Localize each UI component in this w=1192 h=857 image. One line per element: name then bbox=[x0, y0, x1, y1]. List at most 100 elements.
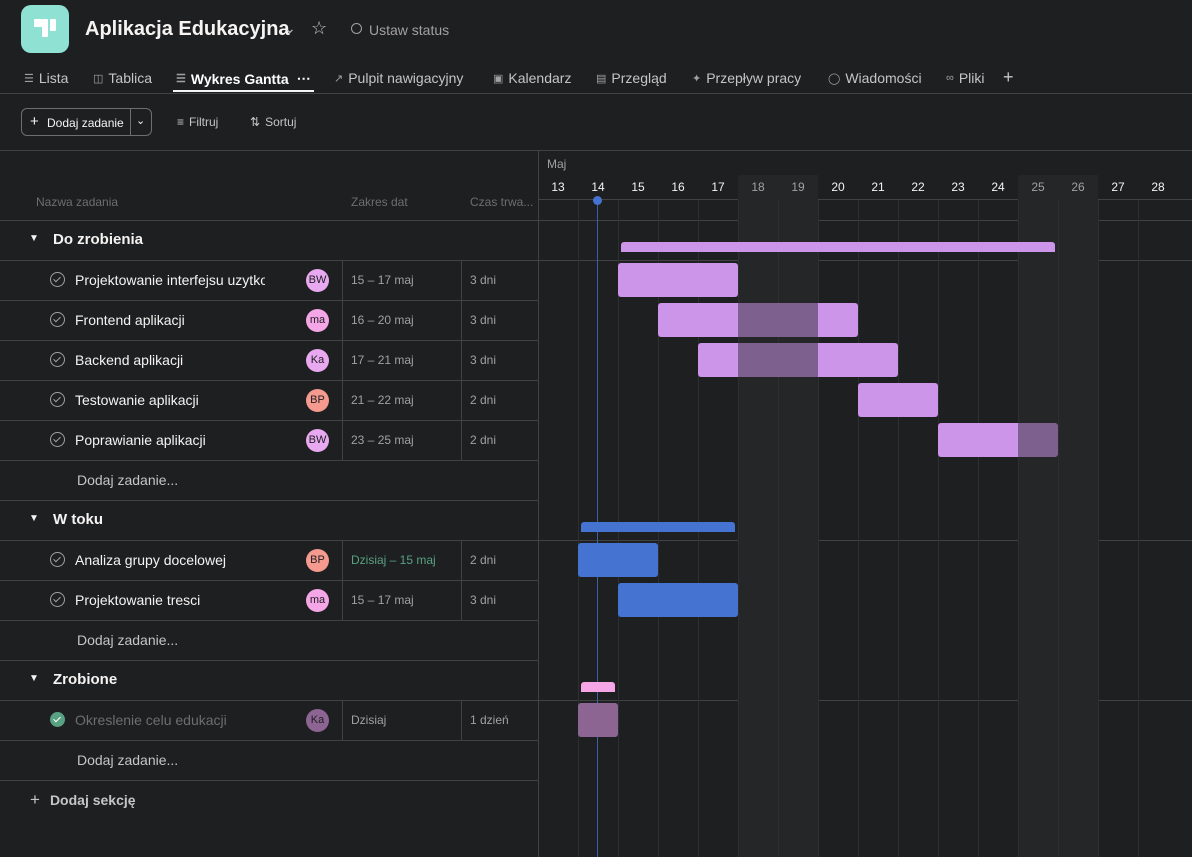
tab-overview[interactable]: ▤ Przegląd bbox=[596, 70, 667, 86]
column-divider bbox=[461, 580, 462, 620]
section-span-bracket bbox=[621, 242, 1055, 252]
task-date-range[interactable]: 17 – 21 maj bbox=[351, 353, 414, 367]
task-name[interactable]: Projektowanie interfejsu uzytkownika bbox=[75, 272, 265, 288]
status-circle-icon[interactable] bbox=[351, 23, 362, 34]
collapse-triangle-icon[interactable]: ▼ bbox=[29, 513, 39, 524]
task-date-range[interactable]: 21 – 22 maj bbox=[351, 393, 414, 407]
plus-icon: + bbox=[30, 790, 40, 809]
add-tab-icon[interactable]: + bbox=[1003, 67, 1014, 88]
section-header[interactable]: ▼ Zrobione bbox=[0, 660, 538, 700]
tab-workflow[interactable]: ✦ Przepływ pracy bbox=[692, 70, 801, 86]
avatar[interactable]: BW bbox=[306, 269, 329, 292]
tab-label: Przegląd bbox=[611, 70, 667, 86]
task-duration: 2 dni bbox=[470, 393, 497, 407]
task-date-range[interactable]: 15 – 17 maj bbox=[351, 593, 414, 607]
task-date-range[interactable]: 16 – 20 maj bbox=[351, 313, 414, 327]
task-date-range[interactable]: Dzisiaj bbox=[351, 713, 386, 727]
complete-check-icon[interactable] bbox=[50, 712, 65, 727]
calendar-icon: ▣ bbox=[493, 72, 504, 85]
tab-calendar[interactable]: ▣ Kalendarz bbox=[493, 70, 571, 86]
task-name[interactable]: Backend aplikacji bbox=[75, 352, 265, 368]
task-row[interactable]: Projektowanie interfejsu uzytkownika BW 15… bbox=[0, 260, 538, 300]
task-row[interactable]: Frontend aplikacji ma 16 – 20 maj 3 dni bbox=[0, 300, 538, 340]
tab-board[interactable]: ◫ Tablica bbox=[93, 70, 152, 86]
task-row[interactable]: Analiza grupy docelowej BP Dzisiaj – 15 ma… bbox=[0, 540, 538, 580]
chevron-down-icon[interactable]: ⌄ bbox=[284, 20, 296, 37]
avatar[interactable]: Ka bbox=[306, 349, 329, 372]
gantt-task-bar[interactable] bbox=[618, 263, 738, 297]
project-icon[interactable] bbox=[21, 5, 69, 53]
task-date-range[interactable]: 15 – 17 maj bbox=[351, 273, 414, 287]
add-section-button[interactable]: + Dodaj sekcję bbox=[30, 790, 136, 810]
column-header-dates[interactable]: Zakres dat bbox=[351, 195, 408, 209]
complete-check-icon[interactable] bbox=[50, 352, 65, 367]
avatar[interactable]: Ka bbox=[306, 709, 329, 732]
tab-messages[interactable]: ◯ Wiadomości bbox=[828, 70, 922, 86]
collapse-triangle-icon[interactable]: ▼ bbox=[29, 673, 39, 684]
weekend-column bbox=[778, 175, 818, 857]
gantt-task-bar[interactable] bbox=[618, 583, 738, 617]
task-row[interactable]: Okreslenie celu edukacji Ka Dzisiaj 1 dzień bbox=[0, 700, 538, 740]
section-name[interactable]: W toku bbox=[53, 511, 103, 528]
more-options-icon[interactable]: ⋯ bbox=[297, 70, 311, 87]
collapse-triangle-icon[interactable]: ▼ bbox=[29, 233, 39, 244]
add-task-inline[interactable]: Dodaj zadanie... bbox=[77, 752, 178, 768]
add-task-button[interactable]: + Dodaj zadanie ⌄ bbox=[21, 108, 152, 136]
gantt-task-bar[interactable] bbox=[858, 383, 938, 417]
complete-check-icon[interactable] bbox=[50, 392, 65, 407]
task-name[interactable]: Poprawianie aplikacji bbox=[75, 432, 265, 448]
avatar[interactable]: BP bbox=[306, 549, 329, 572]
complete-check-icon[interactable] bbox=[50, 432, 65, 447]
day-label: 22 bbox=[911, 180, 925, 194]
task-date-range[interactable]: 23 – 25 maj bbox=[351, 433, 414, 447]
filter-button[interactable]: ≡ Filtruj bbox=[177, 115, 218, 129]
column-divider bbox=[461, 300, 462, 340]
task-name[interactable]: Analiza grupy docelowej bbox=[75, 552, 265, 568]
avatar[interactable]: ma bbox=[306, 309, 329, 332]
column-divider bbox=[342, 700, 343, 740]
weekend-column bbox=[1058, 175, 1098, 857]
sort-button[interactable]: ⇅ Sortuj bbox=[250, 115, 296, 129]
column-header-duration[interactable]: Czas trwa... bbox=[470, 195, 533, 209]
task-name[interactable]: Testowanie aplikacji bbox=[75, 392, 265, 408]
star-icon[interactable]: ☆ bbox=[311, 18, 327, 39]
section-header[interactable]: ▼ W toku bbox=[0, 500, 538, 540]
complete-check-icon[interactable] bbox=[50, 592, 65, 607]
chevron-down-icon[interactable]: ⌄ bbox=[136, 114, 145, 127]
task-row[interactable]: Testowanie aplikacji BP 21 – 22 maj 2 dni bbox=[0, 380, 538, 420]
tab-list[interactable]: ☰ Lista bbox=[24, 70, 68, 86]
avatar[interactable]: BW bbox=[306, 429, 329, 452]
task-name[interactable]: Okreslenie celu edukacji bbox=[75, 712, 265, 728]
complete-check-icon[interactable] bbox=[50, 312, 65, 327]
gantt-icon: ☰ bbox=[176, 73, 186, 85]
task-row[interactable]: Poprawianie aplikacji BW 23 – 25 maj 2 dni bbox=[0, 420, 538, 460]
task-date-range[interactable]: Dzisiaj – 15 maj bbox=[351, 553, 436, 567]
tab-gantt[interactable]: ☰ Wykres Gantta ⋯ bbox=[176, 70, 311, 87]
add-task-inline[interactable]: Dodaj zadanie... bbox=[77, 632, 178, 648]
gantt-task-bar[interactable] bbox=[578, 543, 658, 577]
set-status-button[interactable]: Ustaw status bbox=[369, 22, 449, 38]
complete-check-icon[interactable] bbox=[50, 272, 65, 287]
task-name[interactable]: Projektowanie tresci bbox=[75, 592, 265, 608]
gantt-task-bar[interactable] bbox=[698, 343, 898, 377]
task-name[interactable]: Frontend aplikacji bbox=[75, 312, 265, 328]
gantt-task-bar[interactable] bbox=[938, 423, 1058, 457]
avatar[interactable]: BP bbox=[306, 389, 329, 412]
project-title[interactable]: Aplikacja Edukacyjna bbox=[85, 18, 290, 41]
avatar[interactable]: ma bbox=[306, 589, 329, 612]
day-label: 21 bbox=[871, 180, 885, 194]
section-header[interactable]: ▼ Do zrobienia bbox=[0, 220, 538, 260]
section-name[interactable]: Zrobione bbox=[53, 671, 117, 688]
tab-dashboard[interactable]: ↗ Pulpit nawigacyjny bbox=[334, 70, 463, 86]
task-row[interactable]: Projektowanie tresci ma 15 – 17 maj 3 dni bbox=[0, 580, 538, 620]
column-header-name[interactable]: Nazwa zadania bbox=[36, 195, 118, 209]
filter-label: Filtruj bbox=[189, 115, 219, 129]
add-task-inline[interactable]: Dodaj zadanie... bbox=[77, 472, 178, 488]
section-name[interactable]: Do zrobienia bbox=[53, 231, 143, 248]
task-row[interactable]: Backend aplikacji Ka 17 – 21 maj 3 dni bbox=[0, 340, 538, 380]
weekend-shade bbox=[778, 343, 818, 377]
gantt-task-bar[interactable] bbox=[658, 303, 858, 337]
tab-files[interactable]: ∞ Pliki bbox=[946, 70, 985, 86]
complete-check-icon[interactable] bbox=[50, 552, 65, 567]
gantt-task-bar[interactable] bbox=[578, 703, 618, 737]
